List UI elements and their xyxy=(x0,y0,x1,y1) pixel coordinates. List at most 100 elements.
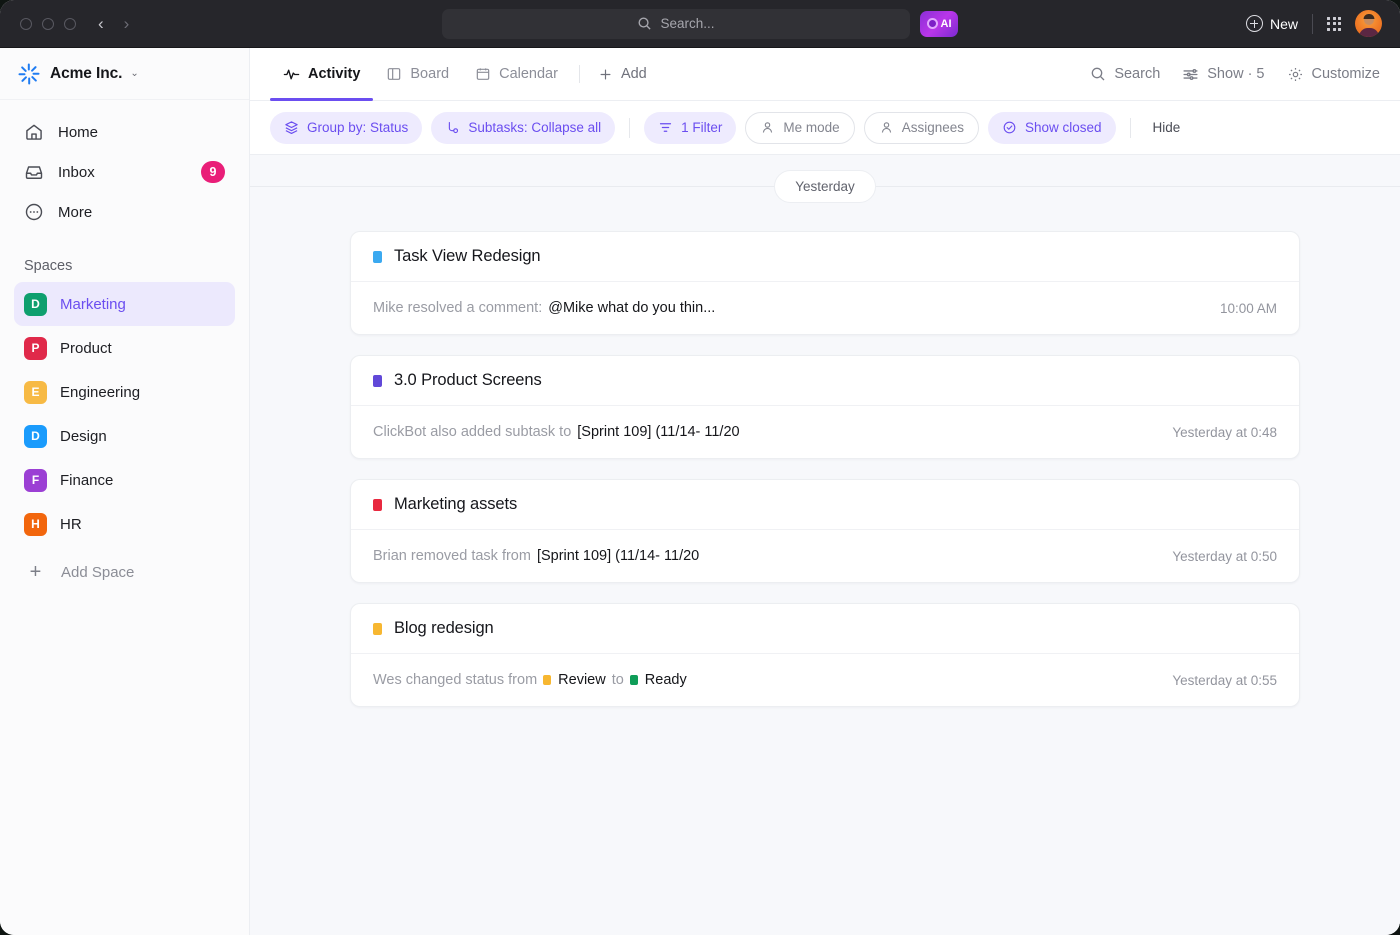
customize-label: Customize xyxy=(1312,66,1381,82)
show-label: Show · 5 xyxy=(1207,66,1264,82)
status-from-label: Review xyxy=(558,672,606,688)
grid-apps-icon[interactable] xyxy=(1327,17,1341,31)
me-mode-chip[interactable]: Me mode xyxy=(745,112,854,144)
sidebar-item-more[interactable]: More xyxy=(14,192,235,232)
search-icon xyxy=(1090,66,1106,82)
group-by-chip[interactable]: Group by: Status xyxy=(270,112,422,144)
close-window-button[interactable] xyxy=(20,18,32,30)
sidebar-item-marketing[interactable]: D Marketing xyxy=(14,282,235,326)
sidebar-item-hr[interactable]: H HR xyxy=(14,502,235,546)
ai-ring-icon xyxy=(927,18,938,29)
status-square-icon xyxy=(373,375,382,387)
activity-text: ClickBot also added subtask to [Sprint 1… xyxy=(373,424,740,440)
activity-row[interactable]: Wes changed status from Review to Ready xyxy=(351,654,1299,706)
window-controls[interactable] xyxy=(20,18,76,30)
workspace-switcher[interactable]: Acme Inc. ⌄ xyxy=(0,48,249,100)
add-view-button[interactable]: Add xyxy=(588,66,657,82)
space-label: Product xyxy=(60,340,112,357)
chevron-down-icon[interactable]: ⌄ xyxy=(130,68,138,79)
card-title: Blog redesign xyxy=(394,619,494,638)
calendar-icon xyxy=(475,66,491,82)
filter-chip[interactable]: 1 Filter xyxy=(644,112,736,144)
space-label: Marketing xyxy=(60,296,126,313)
activity-text: Wes changed status from Review to Ready xyxy=(373,672,687,688)
activity-card[interactable]: 3.0 Product Screens ClickBot also added … xyxy=(350,355,1300,459)
subtasks-chip[interactable]: Subtasks: Collapse all xyxy=(431,112,615,144)
avatar[interactable] xyxy=(1355,10,1382,37)
ai-button[interactable]: AI xyxy=(920,11,958,37)
chip-label: Group by: Status xyxy=(307,120,408,135)
divider xyxy=(579,65,580,83)
maximize-window-button[interactable] xyxy=(64,18,76,30)
board-icon xyxy=(386,66,402,82)
new-button[interactable]: New xyxy=(1246,15,1298,32)
global-search-area: Search... AI xyxy=(442,9,958,39)
activity-time: 10:00 AM xyxy=(1220,301,1277,316)
activity-row[interactable]: Mike resolved a comment: @Mike what do y… xyxy=(351,282,1299,334)
tab-calendar[interactable]: Calendar xyxy=(462,48,571,101)
status-square-icon xyxy=(373,499,382,511)
inbox-badge: 9 xyxy=(201,161,225,183)
card-header[interactable]: Task View Redesign xyxy=(351,232,1299,282)
person-icon xyxy=(879,120,894,135)
search-input[interactable]: Search... xyxy=(442,9,910,39)
chip-label: Me mode xyxy=(783,120,839,135)
gear-icon xyxy=(1287,66,1304,83)
activity-pulse-icon xyxy=(283,66,300,83)
tab-label: Activity xyxy=(308,66,360,82)
activity-card[interactable]: Marketing assets Brian removed task from… xyxy=(350,479,1300,583)
tab-label: Board xyxy=(410,66,449,82)
activity-row[interactable]: ClickBot also added subtask to [Sprint 1… xyxy=(351,406,1299,458)
search-placeholder: Search... xyxy=(660,16,714,31)
card-title: 3.0 Product Screens xyxy=(394,371,542,390)
activity-time: Yesterday at 0:55 xyxy=(1172,673,1277,688)
card-header[interactable]: Marketing assets xyxy=(351,480,1299,530)
activity-row[interactable]: Brian removed task from [Sprint 109] (11… xyxy=(351,530,1299,582)
activity-card[interactable]: Blog redesign Wes changed status from Re… xyxy=(350,603,1300,707)
sidebar-item-finance[interactable]: F Finance xyxy=(14,458,235,502)
card-header[interactable]: Blog redesign xyxy=(351,604,1299,654)
chip-label: Hide xyxy=(1153,120,1181,135)
space-avatar: E xyxy=(24,381,47,404)
back-icon[interactable]: ‹ xyxy=(98,15,104,32)
divider xyxy=(1312,14,1313,34)
search-icon xyxy=(637,16,652,31)
tab-activity[interactable]: Activity xyxy=(270,48,373,101)
view-search-button[interactable]: Search xyxy=(1090,66,1160,82)
forward-icon[interactable]: › xyxy=(124,15,130,32)
chip-label: Subtasks: Collapse all xyxy=(468,120,601,135)
tab-label: Calendar xyxy=(499,66,558,82)
filter-toolbar: Group by: Status Subtasks: Collapse all … xyxy=(250,101,1400,155)
divider xyxy=(629,118,630,138)
sidebar-item-home[interactable]: Home xyxy=(14,112,235,152)
sidebar-item-product[interactable]: P Product xyxy=(14,326,235,370)
activity-middle: to xyxy=(612,672,624,688)
add-space-button[interactable]: + Add Space xyxy=(14,550,235,594)
minimize-window-button[interactable] xyxy=(42,18,54,30)
sidebar-item-label: More xyxy=(58,204,92,221)
show-button[interactable]: Show · 5 xyxy=(1182,66,1264,83)
space-label: Finance xyxy=(60,472,113,489)
sidebar-item-design[interactable]: D Design xyxy=(14,414,235,458)
customize-button[interactable]: Customize xyxy=(1287,66,1381,83)
assignees-chip[interactable]: Assignees xyxy=(864,112,979,144)
space-label: Design xyxy=(60,428,107,445)
sidebar-item-label: Inbox xyxy=(58,164,95,181)
show-closed-chip[interactable]: Show closed xyxy=(988,112,1116,144)
day-pill: Yesterday xyxy=(774,170,876,203)
history-nav[interactable]: ‹ › xyxy=(98,15,129,32)
ai-button-label: AI xyxy=(941,18,952,30)
activity-text: Brian removed task from [Sprint 109] (11… xyxy=(373,548,699,564)
activity-prefix: Mike resolved a comment: xyxy=(373,300,542,316)
subtask-icon xyxy=(445,120,460,135)
space-label: HR xyxy=(60,516,82,533)
sidebar-item-engineering[interactable]: E Engineering xyxy=(14,370,235,414)
topbar-actions: New xyxy=(1246,10,1386,37)
spaces-section-label: Spaces xyxy=(0,232,249,282)
card-header[interactable]: 3.0 Product Screens xyxy=(351,356,1299,406)
activity-card[interactable]: Task View Redesign Mike resolved a comme… xyxy=(350,231,1300,335)
hide-button[interactable]: Hide xyxy=(1145,112,1189,144)
tab-board[interactable]: Board xyxy=(373,48,462,101)
sidebar-item-inbox[interactable]: Inbox 9 xyxy=(14,152,235,192)
divider xyxy=(1130,118,1131,138)
